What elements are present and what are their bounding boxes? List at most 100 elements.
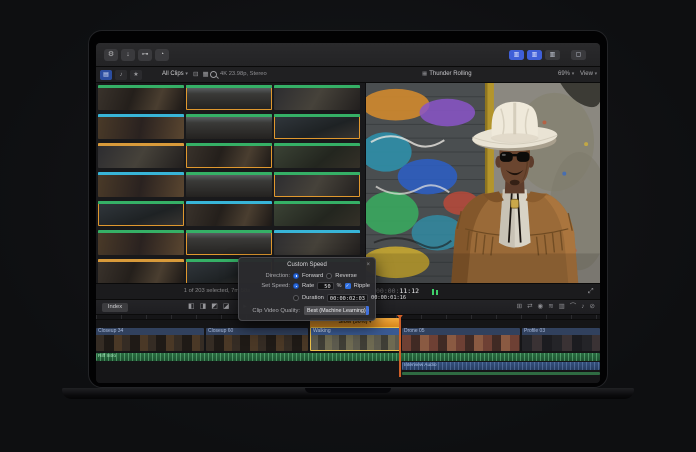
clip-marker-stripe	[98, 259, 184, 262]
clip-thumbnail[interactable]	[98, 114, 184, 139]
libraries-icon[interactable]: ▤	[100, 70, 112, 80]
import-media-button[interactable]: ↓	[121, 49, 135, 61]
close-icon[interactable]: ×	[366, 261, 370, 269]
audio-clip-green[interactable]: Riff Intro	[96, 353, 600, 361]
audio-clip-blue[interactable]: Interview Audio	[402, 362, 600, 370]
browser-thumbnail-grid	[98, 85, 364, 283]
audio-clip-music[interactable]	[402, 372, 600, 375]
clip-thumbnail[interactable]	[98, 85, 184, 110]
ripple-checkbox[interactable]: ✓	[345, 283, 351, 289]
fullscreen-icon[interactable]: ⤢	[588, 284, 594, 299]
clip-thumbnail[interactable]	[98, 172, 184, 197]
clip-thumbnail[interactable]	[98, 143, 184, 168]
clip-thumbnail[interactable]	[98, 230, 184, 255]
chevron-down-icon: ▾	[185, 71, 188, 77]
inspector-toggle-button[interactable]: ▥	[545, 50, 560, 60]
duration-label: Duration	[302, 295, 324, 301]
settings-button[interactable]: ⚙	[104, 49, 118, 61]
timeline-clip[interactable]: Closeup 34	[96, 328, 204, 351]
skimming-icon[interactable]: ⌒	[570, 300, 577, 314]
video-quality-dropdown[interactable]: Best (Machine Learning) ▾	[303, 305, 370, 316]
clip-thumbnail[interactable]	[98, 201, 184, 226]
rate-radio[interactable]	[293, 283, 299, 289]
clip-appearance-icon[interactable]: ▦	[202, 67, 208, 82]
audio-skimming-icon[interactable]: ♪	[581, 300, 584, 314]
clip-thumbnail[interactable]	[274, 114, 360, 139]
index-button[interactable]: Index	[102, 303, 128, 312]
titles-generators-icon[interactable]: ★	[130, 70, 142, 80]
clip-marker-stripe	[274, 172, 360, 175]
viewer-view-dropdown[interactable]: View ▾	[580, 67, 597, 82]
clip-appearance-icon[interactable]: ▥	[559, 300, 565, 314]
duration-input[interactable]: 00:00:02:03	[327, 294, 368, 302]
viewer-pane	[366, 83, 600, 283]
reverse-label: Reverse	[335, 273, 357, 279]
timeline-clip[interactable]: Drone 05	[402, 328, 520, 351]
clip-marker-stripe	[98, 172, 184, 175]
clip-marker-stripe	[98, 201, 184, 204]
chevron-down-icon: ▾	[595, 71, 598, 77]
search-icon[interactable]	[210, 71, 217, 78]
keyword-editor-button[interactable]: ⊶	[138, 49, 152, 61]
overwrite-edit-icon[interactable]: ◪	[223, 300, 230, 314]
range-tool-icon[interactable]: ◉	[538, 300, 544, 314]
clip-marker-stripe	[274, 85, 360, 88]
browser-toggle-button[interactable]: ▥	[509, 50, 524, 60]
clip-marker-stripe	[98, 85, 184, 88]
clip-thumbnail[interactable]	[274, 143, 360, 168]
clip-group-icon[interactable]: ⊟	[193, 67, 198, 82]
timeline-clip-selected[interactable]: Walking	[310, 327, 400, 351]
project-title: ▦Thunder Rolling	[422, 67, 472, 82]
insert-edit-icon[interactable]: ◨	[200, 300, 207, 314]
clip-thumbnail[interactable]	[98, 259, 184, 283]
reverse-radio[interactable]	[326, 273, 332, 279]
clip-thumbnail[interactable]	[186, 172, 272, 197]
clip-marker-stripe	[186, 114, 272, 117]
clip-marker-stripe	[186, 230, 272, 233]
trim-tool-icon[interactable]: ⊞	[517, 300, 522, 314]
clip-thumbnail[interactable]	[186, 230, 272, 255]
clip-marker-stripe	[274, 114, 360, 117]
browser-tool-icons: ⊟ ▦	[193, 67, 209, 82]
browser-sidebar-toggles: ▤ ♪ ★	[100, 70, 142, 80]
share-button[interactable]: ▢	[571, 50, 586, 60]
append-edit-icon[interactable]: ◩	[211, 300, 218, 314]
viewer-zoom-dropdown[interactable]: 69% ▾	[558, 67, 574, 82]
photos-audio-icon[interactable]: ♪	[115, 70, 127, 80]
clip-filter-dropdown[interactable]: All Clips ▾	[162, 67, 188, 82]
clip-thumbnail[interactable]	[274, 201, 360, 226]
playhead[interactable]	[399, 315, 401, 377]
timeline-toggle-button[interactable]: ▥	[527, 50, 542, 60]
clip-thumbnail[interactable]	[186, 143, 272, 168]
clip-thumbnail[interactable]	[186, 85, 272, 110]
clip-marker-stripe	[98, 114, 184, 117]
chevron-down-icon: ▾	[572, 71, 575, 77]
edit-buttons: ◧ ◨ ◩ ◪	[188, 300, 230, 314]
position-tool-icon[interactable]: ⇄	[527, 300, 532, 314]
clip-thumbnail[interactable]	[274, 230, 360, 255]
laptop-base	[62, 388, 634, 399]
timeline-clip[interactable]: Profile 03	[522, 328, 600, 351]
clip-thumbnail[interactable]	[274, 172, 360, 197]
clip-marker-stripe	[98, 143, 184, 146]
duration-radio[interactable]	[293, 295, 299, 301]
clip-marker-stripe	[274, 230, 360, 233]
connect-edit-icon[interactable]: ◧	[188, 300, 195, 314]
rate-input[interactable]: 50	[317, 282, 333, 290]
project-icon: ▦	[422, 71, 427, 77]
clip-thumbnail[interactable]	[186, 201, 272, 226]
zoom-tool-icon[interactable]: ≋	[548, 300, 553, 314]
dropdown-arrows-icon: ▾	[366, 306, 370, 315]
clip-marker-stripe	[186, 201, 272, 204]
titlebar-right-buttons: ▥ ▥ ▥ ▢	[509, 50, 586, 60]
clip-thumbnail[interactable]	[186, 114, 272, 139]
viewer-video-frame	[366, 83, 600, 283]
clip-thumbnail[interactable]	[274, 85, 360, 110]
set-speed-label: Set Speed:	[244, 283, 290, 289]
custom-speed-popup: Custom Speed× Direction: Forward Reverse…	[238, 257, 376, 321]
background-tasks-button[interactable]: ◔	[155, 49, 169, 61]
timeline-pane: Slow (50%) ▾ Closeup 34 Closeup 60 Walki…	[96, 315, 600, 383]
snapping-icon[interactable]: ⊘	[590, 300, 595, 314]
forward-radio[interactable]	[293, 273, 299, 279]
timeline-clip[interactable]: Closeup 60	[206, 328, 308, 351]
